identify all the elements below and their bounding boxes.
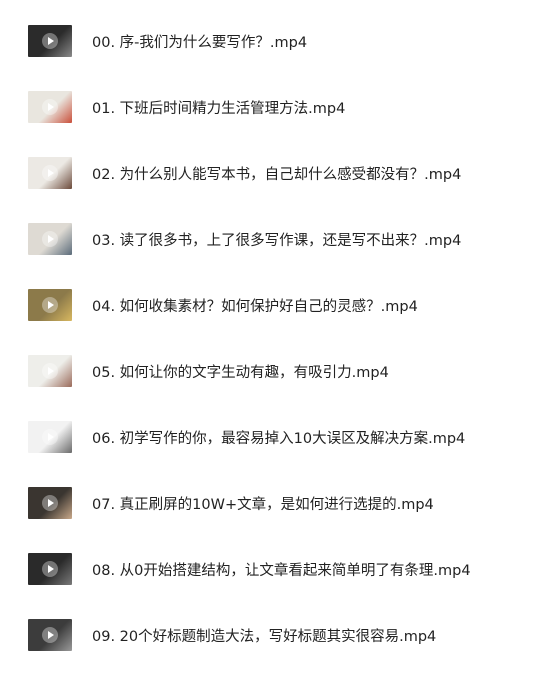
video-thumbnail-icon [28,223,72,255]
file-name: 02. 为什么别人能写本书，自己却什么感受都没有？.mp4 [92,166,462,183]
video-thumbnail-icon [28,25,72,57]
video-thumbnail-icon [28,289,72,321]
video-thumbnail-icon [28,553,72,585]
play-icon [42,297,58,313]
video-thumbnail-icon [28,91,72,123]
file-name: 06. 初学写作的你，最容易掉入10大误区及解决方案.mp4 [92,430,466,447]
file-item[interactable]: 06. 初学写作的你，最容易掉入10大误区及解决方案.mp4 [28,420,508,454]
play-icon [42,429,58,445]
file-name: 07. 真正刷屏的10W+文章，是如何进行选提的.mp4 [92,496,434,513]
video-thumbnail-icon [28,487,72,519]
play-icon [42,99,58,115]
video-thumbnail-icon [28,157,72,189]
video-file-list: 00. 序-我们为什么要写作？.mp4 01. 下班后时间精力生活管理方法.mp… [0,0,534,673]
play-icon [42,561,58,577]
play-icon [42,495,58,511]
play-icon [42,231,58,247]
play-icon [42,627,58,643]
file-name: 05. 如何让你的文字生动有趣，有吸引力.mp4 [92,364,389,381]
file-item[interactable]: 00. 序-我们为什么要写作？.mp4 [28,24,508,58]
file-item[interactable]: 09. 20个好标题制造大法，写好标题其实很容易.mp4 [28,618,508,652]
video-thumbnail-icon [28,619,72,651]
file-item[interactable]: 04. 如何收集素材？如何保护好自己的灵感？.mp4 [28,288,508,322]
video-thumbnail-icon [28,355,72,387]
play-icon [42,165,58,181]
play-icon [42,363,58,379]
file-item[interactable]: 07. 真正刷屏的10W+文章，是如何进行选提的.mp4 [28,486,508,520]
file-name: 08. 从0开始搭建结构，让文章看起来简单明了有条理.mp4 [92,562,471,579]
file-item[interactable]: 02. 为什么别人能写本书，自己却什么感受都没有？.mp4 [28,156,508,190]
file-name: 01. 下班后时间精力生活管理方法.mp4 [92,100,346,117]
file-name: 09. 20个好标题制造大法，写好标题其实很容易.mp4 [92,628,437,645]
file-name: 00. 序-我们为什么要写作？.mp4 [92,34,308,51]
play-icon [42,33,58,49]
file-item[interactable]: 05. 如何让你的文字生动有趣，有吸引力.mp4 [28,354,508,388]
video-thumbnail-icon [28,421,72,453]
file-name: 04. 如何收集素材？如何保护好自己的灵感？.mp4 [92,298,418,315]
file-item[interactable]: 08. 从0开始搭建结构，让文章看起来简单明了有条理.mp4 [28,552,508,586]
file-item[interactable]: 01. 下班后时间精力生活管理方法.mp4 [28,90,508,124]
file-name: 03. 读了很多书，上了很多写作课，还是写不出来？.mp4 [92,232,462,249]
file-item[interactable]: 03. 读了很多书，上了很多写作课，还是写不出来？.mp4 [28,222,508,256]
